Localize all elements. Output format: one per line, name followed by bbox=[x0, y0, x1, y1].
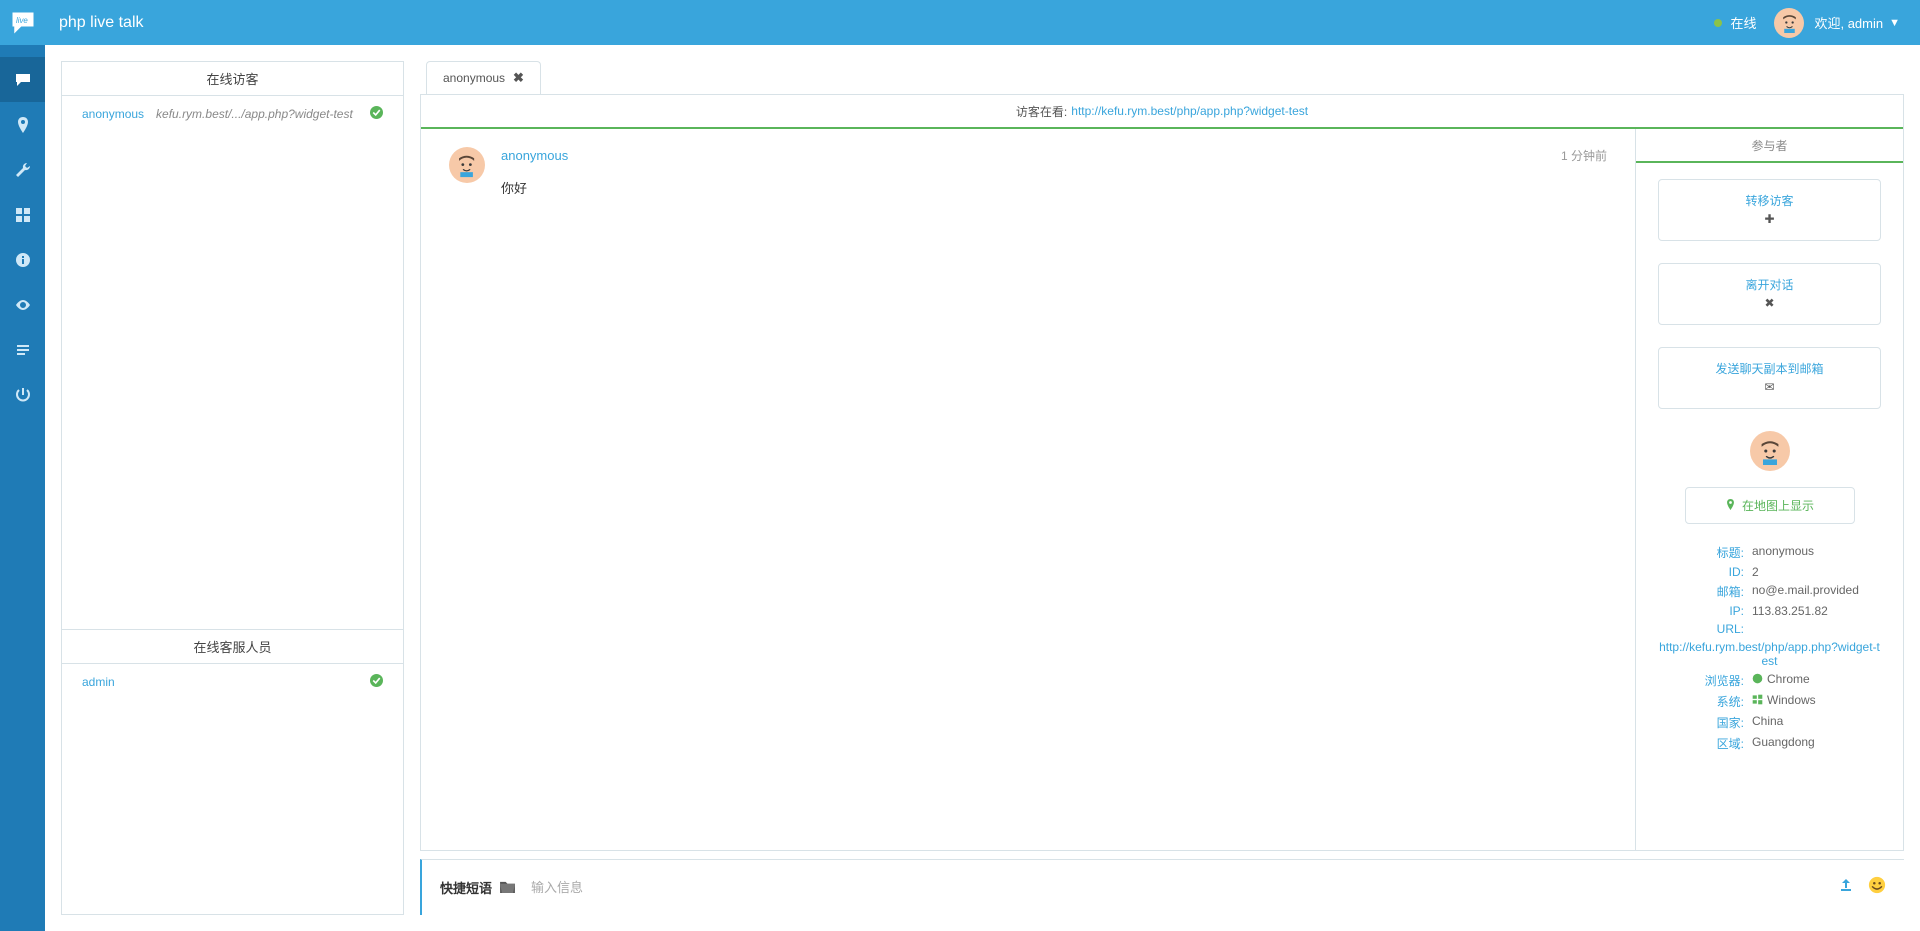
main-column: anonymous ✖ 访客在看: http://kefu.rym.best/p… bbox=[420, 45, 1920, 931]
windows-icon bbox=[1752, 694, 1763, 708]
mail-icon: ✉ bbox=[1665, 378, 1874, 396]
smile-icon[interactable] bbox=[1868, 876, 1886, 899]
visitor-viewing-bar: 访客在看: http://kefu.rym.best/php/app.php?w… bbox=[421, 95, 1903, 129]
online-agents-header: 在线客服人员 bbox=[62, 630, 403, 664]
leave-chat-button[interactable]: 离开对话 ✖ bbox=[1658, 263, 1881, 325]
info-val-ip: 113.83.251.82 bbox=[1748, 604, 1881, 618]
visitor-page: kefu.rym.best/.../app.php?widget-test bbox=[156, 107, 370, 121]
message-input[interactable] bbox=[531, 880, 1824, 895]
sidebar-icon-eye[interactable] bbox=[0, 282, 45, 327]
check-icon bbox=[370, 106, 383, 122]
sidebar-icon-location[interactable] bbox=[0, 102, 45, 147]
viewing-url[interactable]: http://kefu.rym.best/php/app.php?widget-… bbox=[1071, 104, 1308, 118]
logo: live bbox=[0, 0, 45, 45]
email-transcript-button[interactable]: 发送聊天副本到邮箱 ✉ bbox=[1658, 347, 1881, 409]
viewing-label: 访客在看: bbox=[1016, 103, 1067, 120]
visitor-row[interactable]: anonymous kefu.rym.best/.../app.php?widg… bbox=[62, 96, 403, 132]
chat-tabs: anonymous ✖ bbox=[420, 61, 1920, 94]
online-agents-panel: 在线客服人员 admin bbox=[61, 629, 404, 915]
message: anonymous 1 分钟前 你好 bbox=[449, 147, 1607, 197]
transfer-label: 转移访客 bbox=[1745, 194, 1793, 208]
leave-label: 离开对话 bbox=[1745, 278, 1793, 292]
status-dot-icon bbox=[1714, 19, 1722, 27]
sidebar-icon-power[interactable] bbox=[0, 372, 45, 417]
status-text[interactable]: 在线 bbox=[1730, 13, 1756, 32]
plus-icon: ✚ bbox=[1665, 210, 1874, 228]
message-avatar bbox=[449, 147, 485, 183]
info-val-email: no@e.mail.provided bbox=[1748, 583, 1881, 600]
info-key-id: ID: bbox=[1658, 565, 1748, 579]
info-key-browser: 浏览器: bbox=[1658, 672, 1748, 689]
show-on-map-button[interactable]: 在地图上显示 bbox=[1685, 487, 1855, 524]
message-sender: anonymous bbox=[501, 148, 1561, 163]
close-icon: ✖ bbox=[1665, 294, 1874, 312]
info-key-region: 区域: bbox=[1658, 735, 1748, 752]
map-pin-icon bbox=[1725, 499, 1736, 513]
info-key-ip: IP: bbox=[1658, 604, 1748, 618]
info-val-title: anonymous bbox=[1748, 544, 1881, 561]
chrome-icon bbox=[1752, 673, 1763, 687]
map-label: 在地图上显示 bbox=[1742, 497, 1814, 514]
info-val-os: Windows bbox=[1748, 693, 1881, 710]
info-key-title: 标题: bbox=[1658, 544, 1748, 561]
transfer-visitor-button[interactable]: 转移访客 ✚ bbox=[1658, 179, 1881, 241]
visitor-avatar-large bbox=[1658, 431, 1881, 471]
sidebar-icon-bars[interactable] bbox=[0, 327, 45, 372]
info-key-url: URL: bbox=[1658, 622, 1748, 636]
check-icon bbox=[370, 674, 383, 690]
user-avatar[interactable] bbox=[1774, 8, 1804, 38]
messages-area: anonymous 1 分钟前 你好 bbox=[421, 129, 1635, 850]
topbar: live php live talk 在线 欢迎, admin ▼ bbox=[0, 0, 1920, 45]
visitor-info: 标题:anonymous ID:2 邮箱:no@e.mail.provided … bbox=[1658, 542, 1881, 754]
chat-tab[interactable]: anonymous ✖ bbox=[426, 61, 541, 94]
compose-bar: 快捷短语 bbox=[420, 859, 1904, 915]
agent-row[interactable]: admin bbox=[62, 664, 403, 700]
info-val-url-empty bbox=[1748, 622, 1881, 636]
chat-tab-label: anonymous bbox=[443, 71, 505, 85]
info-val-region: Guangdong bbox=[1748, 735, 1881, 752]
message-time: 1 分钟前 bbox=[1561, 147, 1607, 164]
info-val-browser: Chrome bbox=[1748, 672, 1881, 689]
lists-column: 在线访客 anonymous kefu.rym.best/.../app.php… bbox=[45, 45, 420, 931]
icon-sidebar bbox=[0, 45, 45, 931]
details-panel: 参与者 转移访客 ✚ 离开对话 ✖ 发送聊天副本到邮箱 ✉ bbox=[1635, 129, 1903, 850]
folder-icon[interactable] bbox=[500, 880, 515, 896]
sidebar-icon-grid[interactable] bbox=[0, 192, 45, 237]
sidebar-icon-chat[interactable] bbox=[0, 57, 45, 102]
message-text: 你好 bbox=[501, 178, 1607, 197]
welcome-text: 欢迎, admin bbox=[1814, 13, 1883, 32]
sidebar-icon-wrench[interactable] bbox=[0, 147, 45, 192]
close-icon[interactable]: ✖ bbox=[513, 70, 524, 86]
svg-text:live: live bbox=[16, 16, 28, 25]
upload-icon[interactable] bbox=[1838, 877, 1854, 898]
agent-name: admin bbox=[82, 675, 358, 689]
info-val-country: China bbox=[1748, 714, 1881, 731]
quick-phrases-label[interactable]: 快捷短语 bbox=[440, 878, 492, 897]
info-val-url[interactable]: http://kefu.rym.best/php/app.php?widget-… bbox=[1659, 640, 1880, 668]
app-title: php live talk bbox=[59, 14, 144, 32]
email-label: 发送聊天副本到邮箱 bbox=[1715, 362, 1823, 376]
info-key-email: 邮箱: bbox=[1658, 583, 1748, 600]
visitor-name: anonymous bbox=[82, 107, 144, 121]
sidebar-icon-info[interactable] bbox=[0, 237, 45, 282]
online-visitors-header: 在线访客 bbox=[62, 62, 403, 96]
chevron-down-icon[interactable]: ▼ bbox=[1889, 17, 1900, 29]
online-visitors-panel: 在线访客 anonymous kefu.rym.best/.../app.php… bbox=[61, 61, 404, 630]
info-val-id: 2 bbox=[1748, 565, 1881, 579]
info-key-os: 系统: bbox=[1658, 693, 1748, 710]
details-title: 参与者 bbox=[1636, 129, 1903, 163]
info-key-country: 国家: bbox=[1658, 714, 1748, 731]
